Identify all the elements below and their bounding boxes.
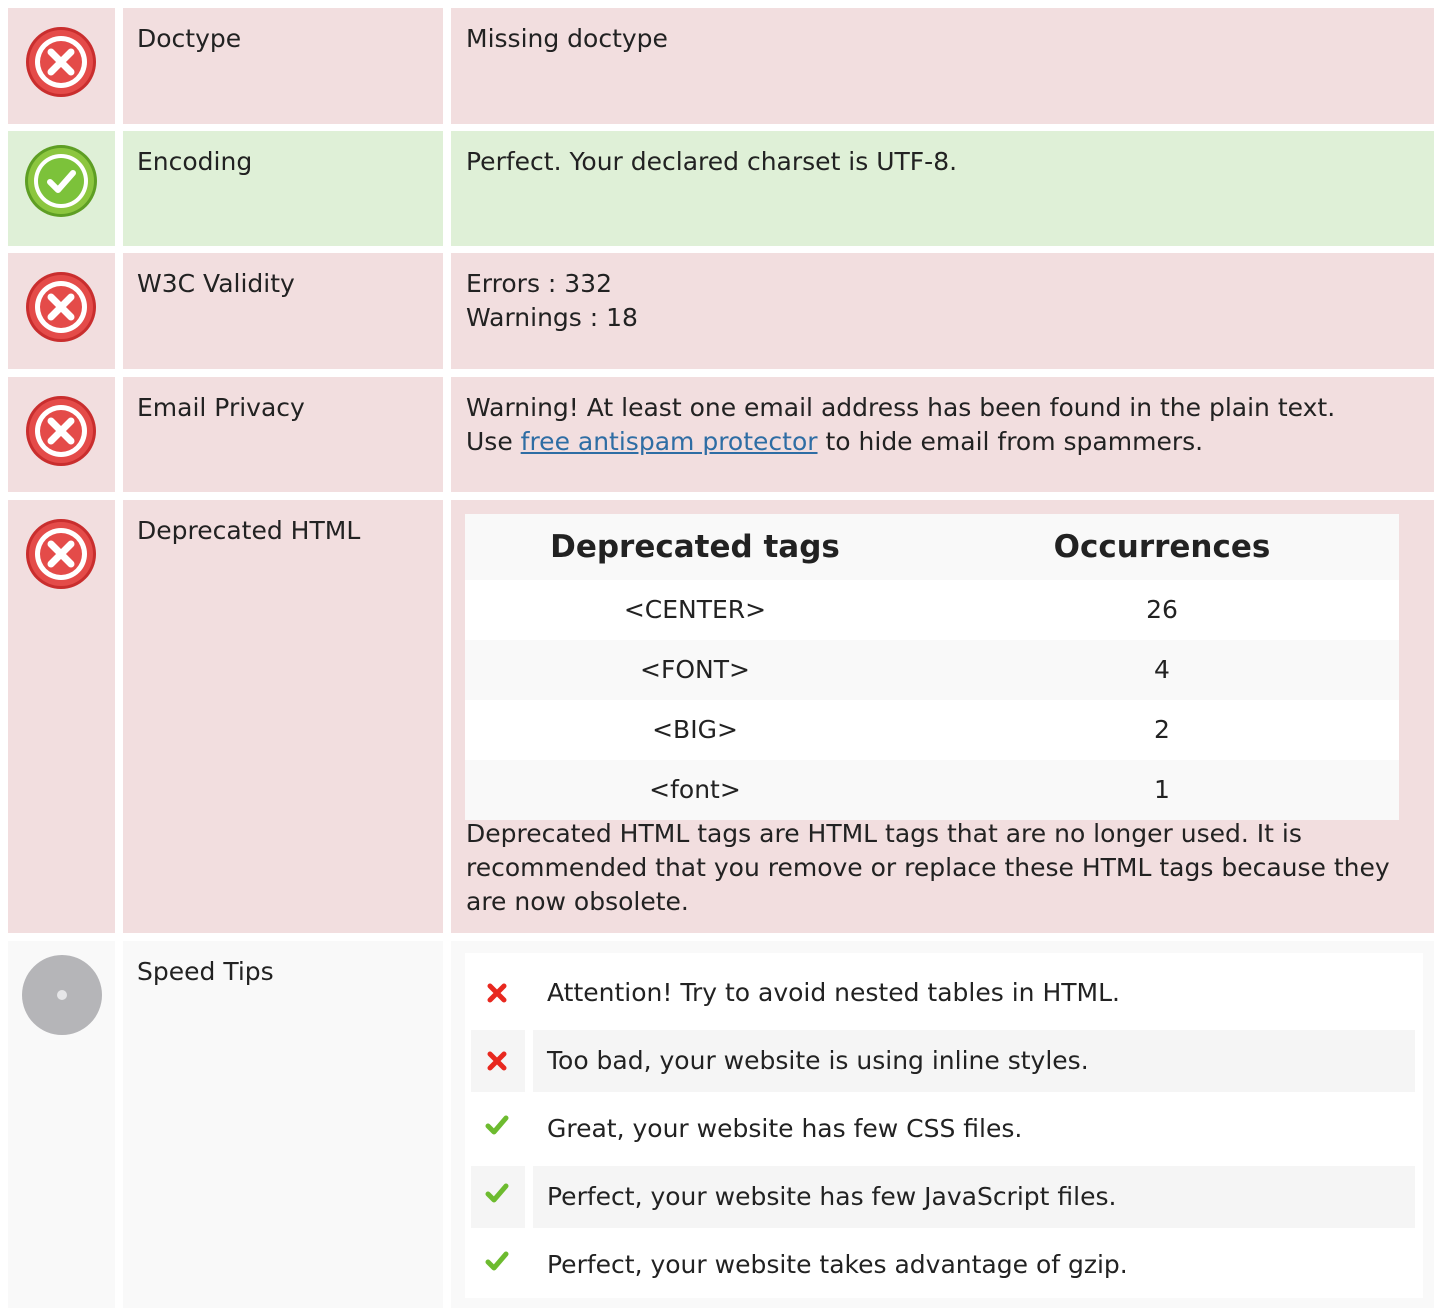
count-cell: 1 bbox=[925, 760, 1399, 820]
tip-text: Perfect, your website takes advantage of… bbox=[547, 1250, 1128, 1279]
tag-cell: <BIG> bbox=[465, 700, 925, 760]
table-row: <FONT> 4 bbox=[465, 640, 1399, 700]
tip-icon-cell bbox=[471, 1234, 525, 1296]
error-icon bbox=[26, 272, 96, 342]
row-encoding: Encoding Perfect. Your declared charset … bbox=[0, 131, 1434, 246]
green-check-icon bbox=[485, 1183, 509, 1203]
tip-text: Perfect, your website has few JavaScript… bbox=[533, 1166, 1415, 1228]
tip-icon-cell bbox=[471, 1098, 525, 1160]
neutral-dot-icon bbox=[22, 955, 102, 1035]
list-item: Great, your website has few CSS files. bbox=[471, 1098, 1415, 1160]
table-row: <BIG> 2 bbox=[465, 700, 1399, 760]
email-advice-suffix: to hide email from spammers. bbox=[817, 427, 1204, 456]
list-item: Attention! Try to avoid nested tables in… bbox=[471, 962, 1415, 1024]
tip-text: Too bad, your website is using inline st… bbox=[533, 1030, 1415, 1092]
count-cell: 26 bbox=[925, 580, 1399, 640]
status-cell bbox=[8, 941, 115, 1308]
red-x-icon bbox=[487, 983, 507, 1003]
email-advice-prefix: Use bbox=[466, 427, 521, 456]
row-doctype: Doctype Missing doctype bbox=[0, 8, 1434, 124]
list-item: Too bad, your website is using inline st… bbox=[471, 1030, 1415, 1092]
row-value: Errors : 332 Warnings : 18 bbox=[451, 253, 1434, 369]
tag-cell: <FONT> bbox=[465, 640, 925, 700]
error-icon bbox=[26, 519, 96, 589]
status-cell bbox=[8, 377, 115, 492]
row-value: Perfect. Your declared charset is UTF-8. bbox=[451, 131, 1434, 246]
red-x-icon bbox=[487, 1051, 507, 1071]
w3c-errors: Errors : 332 bbox=[466, 269, 612, 298]
row-value: Warning! At least one email address has … bbox=[451, 377, 1434, 492]
tag-cell: <CENTER> bbox=[465, 580, 925, 640]
seo-report: Doctype Missing doctype Encoding Perfect… bbox=[0, 0, 1434, 1308]
row-speed-tips: Speed Tips Attention! Try to avoid neste… bbox=[0, 941, 1434, 1308]
w3c-warnings: Warnings : 18 bbox=[466, 303, 638, 332]
doctype-value: Missing doctype bbox=[466, 24, 668, 53]
speed-tips-list: Attention! Try to avoid nested tables in… bbox=[465, 953, 1423, 1298]
antispam-protector-link[interactable]: free antispam protector bbox=[521, 427, 818, 456]
error-icon bbox=[26, 27, 96, 97]
green-check-icon bbox=[485, 1115, 509, 1135]
error-icon bbox=[26, 396, 96, 466]
row-label: Doctype bbox=[123, 8, 443, 124]
status-cell bbox=[8, 8, 115, 124]
row-email-privacy: Email Privacy Warning! At least one emai… bbox=[0, 377, 1434, 492]
tip-icon-cell bbox=[471, 962, 525, 1024]
encoding-value: Perfect. Your declared charset is UTF-8. bbox=[466, 147, 958, 176]
status-cell bbox=[8, 131, 115, 246]
status-cell bbox=[8, 500, 115, 933]
row-value: Missing doctype bbox=[451, 8, 1434, 124]
tip-text: Attention! Try to avoid nested tables in… bbox=[547, 978, 1120, 1007]
row-label: Speed Tips bbox=[123, 941, 443, 1308]
row-w3c-validity: W3C Validity Errors : 332 Warnings : 18 bbox=[0, 253, 1434, 369]
tag-cell: <font> bbox=[465, 760, 925, 820]
row-label: Encoding bbox=[123, 131, 443, 246]
row-value: Attention! Try to avoid nested tables in… bbox=[451, 941, 1434, 1308]
table-row: <CENTER> 26 bbox=[465, 580, 1399, 640]
header-occurrences: Occurrences bbox=[925, 514, 1399, 580]
table-row: <font> 1 bbox=[465, 760, 1399, 820]
email-advice-text: Use free antispam protector to hide emai… bbox=[466, 425, 1420, 459]
email-warning-text: Warning! At least one email address has … bbox=[466, 393, 1336, 422]
tip-icon-cell bbox=[471, 1030, 525, 1092]
list-item: Perfect, your website has few JavaScript… bbox=[471, 1166, 1415, 1228]
success-check-icon bbox=[25, 145, 97, 217]
tip-text: Great, your website has few CSS files. bbox=[547, 1114, 1023, 1143]
green-check-icon bbox=[485, 1251, 509, 1271]
row-label: W3C Validity bbox=[123, 253, 443, 369]
list-item: Perfect, your website takes advantage of… bbox=[471, 1234, 1415, 1296]
row-label: Email Privacy bbox=[123, 377, 443, 492]
row-deprecated-html: Deprecated HTML Deprecated tags Occurren… bbox=[0, 500, 1434, 933]
deprecated-explanation: Deprecated HTML tags are HTML tags that … bbox=[466, 819, 1390, 916]
row-label: Deprecated HTML bbox=[123, 500, 443, 933]
status-cell bbox=[8, 253, 115, 369]
deprecated-tags-table: Deprecated tags Occurrences <CENTER> 26 … bbox=[465, 514, 1399, 820]
count-cell: 2 bbox=[925, 700, 1399, 760]
tip-icon-cell bbox=[471, 1166, 525, 1228]
header-deprecated-tags: Deprecated tags bbox=[465, 514, 925, 580]
table-header-row: Deprecated tags Occurrences bbox=[465, 514, 1399, 580]
row-value: Deprecated tags Occurrences <CENTER> 26 … bbox=[451, 500, 1434, 933]
count-cell: 4 bbox=[925, 640, 1399, 700]
